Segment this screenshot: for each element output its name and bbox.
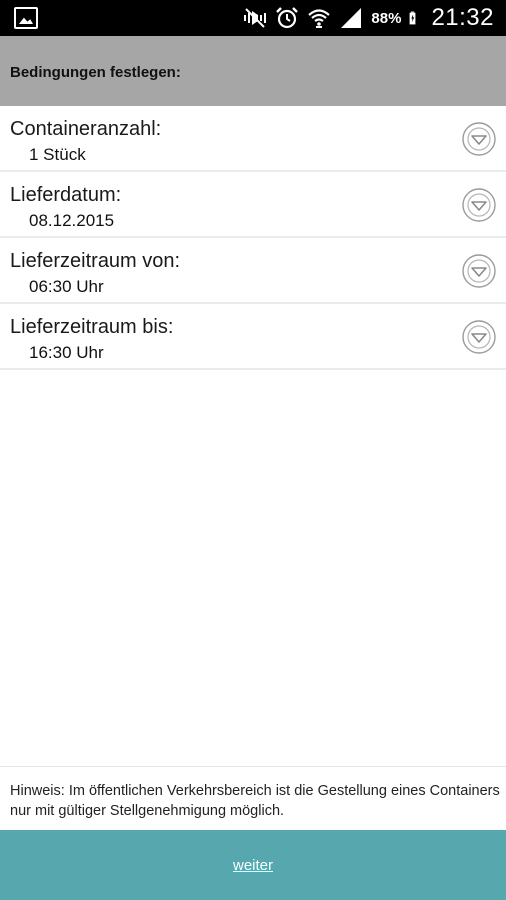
hint-note: Hinweis: Im öffentlichen Verkehrsbereich… bbox=[0, 766, 506, 830]
condition-row-delivery-until[interactable]: Lieferzeitraum bis: 16:30 Uhr bbox=[0, 304, 506, 370]
delivery-until-label: Lieferzeitraum bis: bbox=[10, 316, 174, 338]
alarm-icon bbox=[276, 7, 299, 29]
delivery-until-value: 16:30 Uhr bbox=[29, 343, 104, 362]
container-count-value: 1 Stück bbox=[29, 145, 86, 164]
continue-button-label[interactable]: weiter bbox=[233, 857, 273, 874]
hint-text: Hinweis: Im öffentlichen Verkehrsbereich… bbox=[10, 783, 500, 819]
condition-row-container-count[interactable]: Containeranzahl: 1 Stück bbox=[0, 106, 506, 172]
continue-button[interactable]: weiter bbox=[0, 830, 506, 900]
page-header: Bedingungen festlegen: bbox=[0, 36, 506, 106]
delivery-date-label: Lieferdatum: bbox=[10, 184, 122, 206]
condition-row-delivery-from[interactable]: Lieferzeitraum von: 06:30 Uhr bbox=[0, 238, 506, 304]
mute-icon bbox=[244, 8, 267, 28]
battery-icon bbox=[410, 11, 416, 25]
clock: 21:32 bbox=[431, 4, 494, 31]
chevron-down-icon[interactable] bbox=[462, 122, 496, 156]
page-title: Bedingungen festlegen: bbox=[10, 64, 181, 81]
status-icons: 88% 21:32 bbox=[243, 0, 494, 36]
status-bar: 88% 21:32 bbox=[0, 0, 506, 36]
battery-percentage: 88% bbox=[371, 9, 402, 27]
wifi-icon bbox=[308, 9, 331, 28]
chevron-down-icon[interactable] bbox=[462, 254, 496, 288]
container-count-label: Containeranzahl: bbox=[10, 118, 162, 140]
chevron-down-icon[interactable] bbox=[462, 188, 496, 222]
chevron-down-icon[interactable] bbox=[462, 320, 496, 354]
image-notification-icon bbox=[14, 7, 38, 29]
delivery-date-value: 08.12.2015 bbox=[29, 211, 115, 230]
condition-row-delivery-date[interactable]: Lieferdatum: 08.12.2015 bbox=[0, 172, 506, 238]
delivery-from-label: Lieferzeitraum von: bbox=[10, 250, 181, 272]
signal-icon bbox=[341, 8, 362, 28]
delivery-from-value: 06:30 Uhr bbox=[29, 277, 104, 296]
